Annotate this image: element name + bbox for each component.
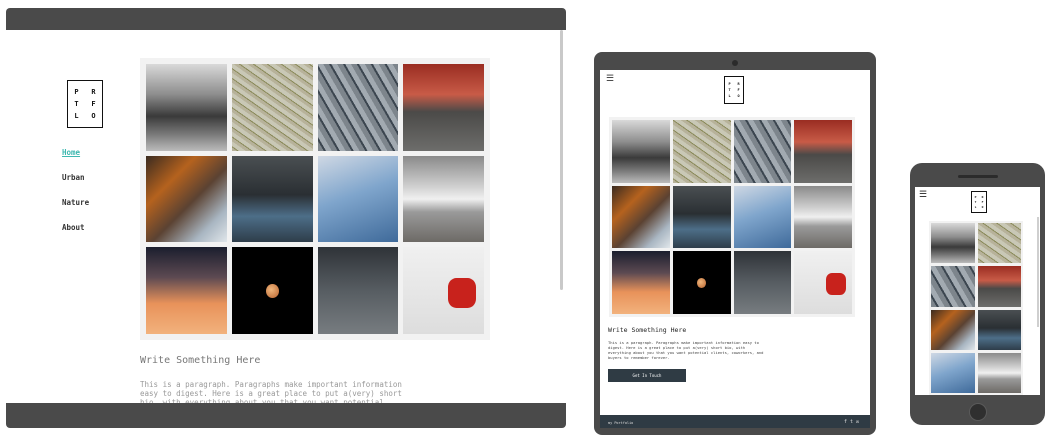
desktop-logo[interactable]: P R T F L O: [67, 80, 103, 128]
phone-screen: ☰ P R T F L O: [915, 187, 1040, 395]
logo-letter: P: [74, 88, 79, 96]
nav-item-nature[interactable]: Nature: [62, 198, 89, 223]
photo-subway-bw[interactable]: [931, 223, 975, 264]
photo-red-brick-house[interactable]: [794, 120, 852, 183]
photo-sunset-bird[interactable]: [146, 247, 227, 334]
photo-fence-sky[interactable]: [317, 155, 399, 243]
photo-full-moon[interactable]: [231, 247, 313, 334]
desktop-frame: P R T F L O Home Urban Nature About Writ…: [6, 8, 566, 428]
photo-fence-sky[interactable]: [733, 185, 792, 249]
tablet-photo-grid: [609, 117, 855, 317]
photo-red-brick-house[interactable]: [403, 64, 484, 151]
photo-beach-clouds[interactable]: [977, 352, 1021, 393]
footer-text: my Portfolio: [608, 421, 634, 425]
bio-paragraph: This is a paragraph. Paragraphs make imp…: [608, 340, 764, 360]
photo-fence-sky[interactable]: [931, 352, 975, 393]
tablet-logo[interactable]: P R T F L O: [724, 76, 744, 104]
photo-tree-branches[interactable]: [672, 120, 731, 183]
photo-beach-clouds[interactable]: [403, 155, 484, 243]
desktop-photo-grid: [140, 58, 490, 340]
logo-letter: F: [91, 100, 96, 108]
camera-icon: [732, 60, 738, 66]
logo-letter: T: [74, 100, 79, 108]
logo-letter: L: [728, 94, 731, 98]
photo-tree-branches[interactable]: [977, 223, 1021, 264]
desktop-screen: P R T F L O Home Urban Nature About Writ…: [6, 30, 566, 403]
tablet-screen: ☰ P R T F L O Write Something Here This …: [600, 70, 870, 428]
nav-item-about[interactable]: About: [62, 223, 89, 248]
desktop-nav: Home Urban Nature About: [62, 148, 89, 248]
photo-tree-branches[interactable]: [231, 64, 313, 151]
phone-frame: ☰ P R T F L O: [910, 163, 1045, 425]
photo-crane-clouds[interactable]: [733, 251, 792, 314]
photo-subway-bw[interactable]: [612, 120, 670, 183]
nav-item-urban[interactable]: Urban: [62, 173, 89, 198]
photo-red-brick-house[interactable]: [977, 266, 1021, 307]
photo-canal-water[interactable]: [231, 155, 313, 243]
site-footer: my Portfolio ft✉: [600, 415, 870, 428]
phone-logo[interactable]: P R T F L O: [971, 191, 987, 213]
hamburger-menu-icon[interactable]: ☰: [606, 74, 614, 84]
nav-item-home[interactable]: Home: [62, 148, 89, 173]
email-icon[interactable]: ✉: [856, 419, 862, 425]
get-in-touch-button[interactable]: Get In Touch: [608, 369, 686, 382]
hamburger-menu-icon[interactable]: ☰: [919, 190, 927, 200]
photo-crane-clouds[interactable]: [317, 247, 399, 334]
photo-parking-lot-aerial[interactable]: [733, 120, 792, 183]
photo-full-moon[interactable]: [672, 251, 731, 314]
page-heading: Write Something Here: [608, 326, 687, 334]
logo-letter: L: [974, 204, 977, 209]
bio-paragraph: This is a paragraph. Paragraphs make imp…: [140, 380, 402, 403]
tablet-frame: ☰ P R T F L O Write Something Here This …: [594, 52, 876, 435]
photo-parking-lot-aerial[interactable]: [931, 266, 975, 307]
photo-rusty-chain[interactable]: [931, 309, 975, 350]
page-heading: Write Something Here: [140, 355, 261, 366]
phone-photo-grid: [929, 221, 1023, 395]
social-icons: ft✉: [844, 419, 862, 425]
photo-red-valve[interactable]: [403, 247, 484, 334]
photo-rusty-chain[interactable]: [612, 185, 670, 249]
phone-scrollbar[interactable]: [1037, 217, 1039, 327]
speaker-icon: [958, 175, 998, 178]
photo-rusty-chain[interactable]: [146, 155, 227, 243]
photo-canal-water[interactable]: [977, 309, 1021, 350]
logo-letter: O: [981, 204, 984, 209]
photo-red-valve[interactable]: [794, 251, 852, 314]
logo-letter: O: [91, 112, 96, 120]
logo-letter: R: [91, 88, 96, 96]
photo-canal-water[interactable]: [672, 185, 731, 249]
photo-sunset-bird[interactable]: [612, 251, 670, 314]
photo-subway-bw[interactable]: [146, 64, 227, 151]
photo-parking-lot-aerial[interactable]: [317, 64, 399, 151]
photo-beach-clouds[interactable]: [794, 185, 852, 249]
desktop-scrollbar[interactable]: [560, 30, 563, 290]
home-button[interactable]: [969, 403, 987, 421]
logo-letter: L: [74, 112, 79, 120]
logo-letter: O: [737, 94, 740, 98]
